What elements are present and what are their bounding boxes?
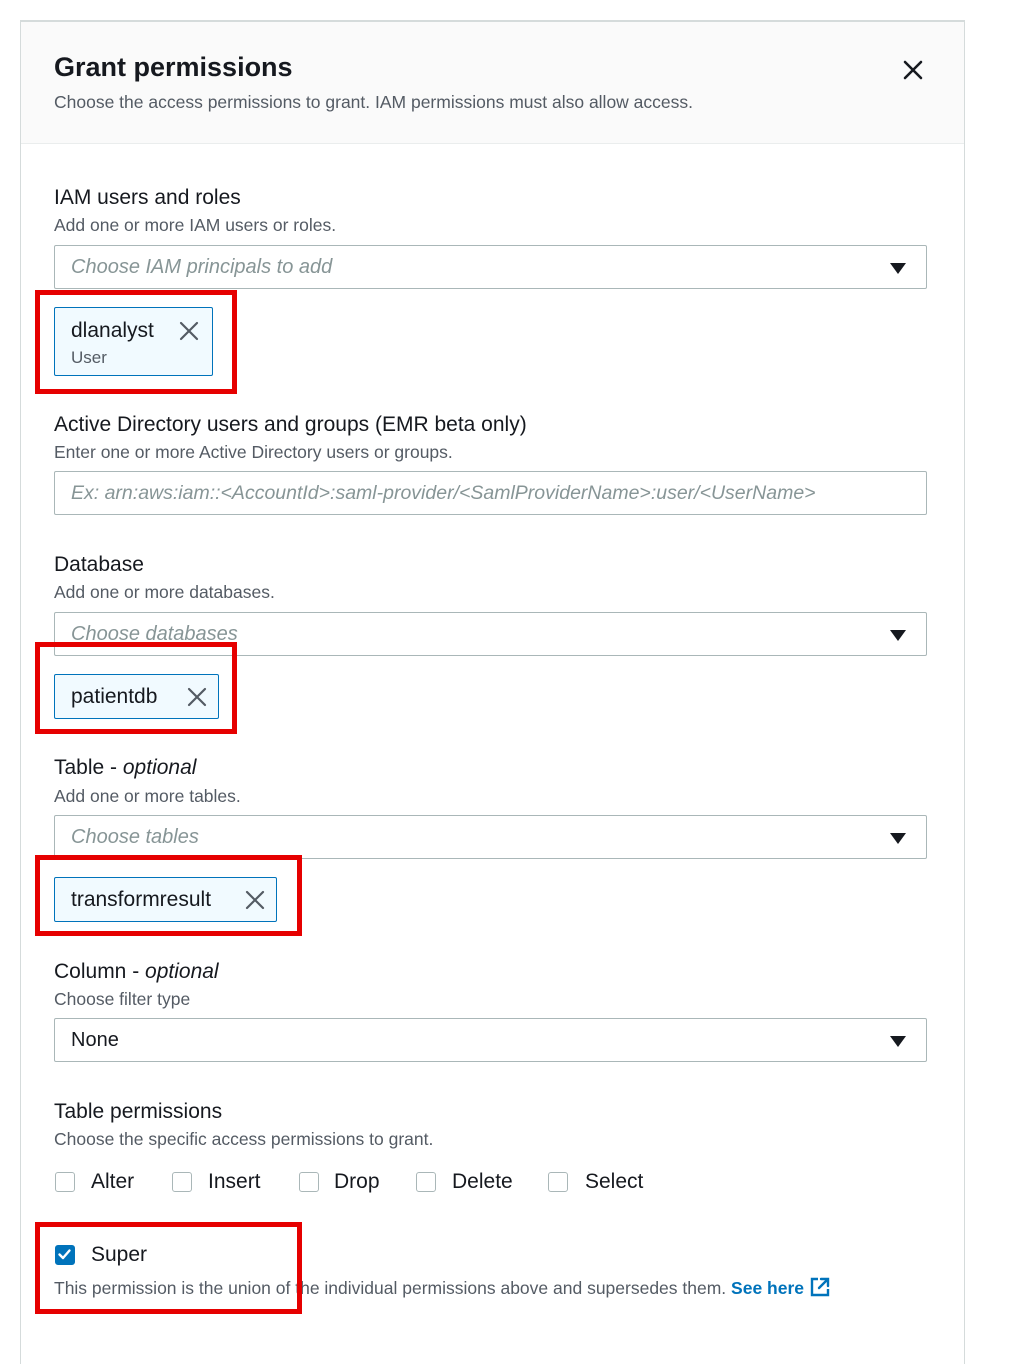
table-select[interactable]: Choose tables	[54, 815, 927, 859]
close-icon[interactable]	[897, 54, 929, 86]
column-filter-value: None	[71, 1029, 119, 1051]
caret-down-icon	[890, 630, 906, 641]
checkbox-alter[interactable]	[55, 1172, 75, 1192]
table-placeholder: Choose tables	[71, 826, 199, 848]
super-note: This permission is the union of the indi…	[54, 1276, 831, 1299]
checkbox-insert[interactable]	[172, 1172, 192, 1192]
external-link-icon[interactable]	[809, 1276, 831, 1298]
checkmark-icon	[58, 1249, 71, 1260]
token-label: dlanalyst	[71, 319, 154, 342]
iam-hint: Add one or more IAM users or roles.	[54, 215, 337, 235]
table-token-transformresult: transformresult	[54, 877, 277, 922]
token-label: transformresult	[71, 888, 212, 911]
caret-down-icon	[890, 833, 906, 844]
column-label: Column - optional	[54, 960, 219, 984]
remove-token-icon[interactable]	[186, 686, 208, 708]
table-hint: Add one or more tables.	[54, 786, 241, 806]
permissions-hint: Choose the specific access permissions t…	[54, 1129, 434, 1149]
remove-token-icon[interactable]	[244, 889, 266, 911]
column-filter-select[interactable]: None	[54, 1018, 927, 1062]
database-label: Database	[54, 553, 144, 576]
super-note-text: This permission is the union of the indi…	[54, 1278, 727, 1298]
checkbox-drop[interactable]	[299, 1172, 319, 1192]
token-type: User	[71, 348, 107, 367]
optional-tag: optional	[145, 960, 219, 983]
checkbox-label-drop: Drop	[334, 1170, 380, 1193]
see-here-text: See here	[731, 1278, 805, 1298]
permissions-label: Table permissions	[54, 1100, 223, 1123]
table-label: Table - optional	[54, 756, 196, 780]
ad-placeholder: Ex: arn:aws:iam::<AccountId>:saml-provid…	[71, 482, 816, 504]
dialog-header: Grant permissions Choose the access perm…	[21, 22, 964, 144]
database-select[interactable]: Choose databases	[54, 612, 927, 656]
checkbox-label-select: Select	[585, 1170, 644, 1193]
checkbox-label-delete: Delete	[452, 1170, 513, 1193]
checkbox-label-alter: Alter	[91, 1170, 135, 1193]
ad-users-input[interactable]: Ex: arn:aws:iam::<AccountId>:saml-provid…	[54, 471, 927, 515]
column-label-text: Column -	[54, 960, 146, 983]
iam-placeholder: Choose IAM principals to add	[71, 256, 333, 278]
dialog-title: Grant permissions	[54, 52, 293, 82]
dialog-description: Choose the access permissions to grant. …	[54, 92, 694, 112]
token-label: patientdb	[71, 685, 158, 708]
checkbox-label-insert: Insert	[208, 1170, 261, 1193]
table-label-text: Table -	[54, 756, 123, 779]
ad-label: Active Directory users and groups (EMR b…	[54, 413, 527, 436]
checkbox-label-super: Super	[91, 1243, 148, 1266]
iam-label: IAM users and roles	[54, 186, 241, 209]
see-here-link[interactable]: See here	[731, 1278, 804, 1298]
remove-token-icon[interactable]	[178, 320, 200, 342]
caret-down-icon	[890, 263, 906, 274]
checkbox-super[interactable]	[55, 1245, 75, 1265]
iam-principals-select[interactable]: Choose IAM principals to add	[54, 245, 927, 289]
iam-token-dlanalyst: dlanalyst User	[54, 307, 213, 376]
database-hint: Add one or more databases.	[54, 582, 275, 602]
database-token-patientdb: patientdb	[54, 674, 219, 719]
checkbox-delete[interactable]	[416, 1172, 436, 1192]
optional-tag: optional	[122, 756, 197, 779]
column-hint: Choose filter type	[54, 989, 191, 1009]
ad-hint: Enter one or more Active Directory users…	[54, 442, 453, 462]
database-placeholder: Choose databases	[71, 623, 238, 645]
caret-down-icon	[890, 1036, 906, 1047]
checkbox-select[interactable]	[548, 1172, 568, 1192]
